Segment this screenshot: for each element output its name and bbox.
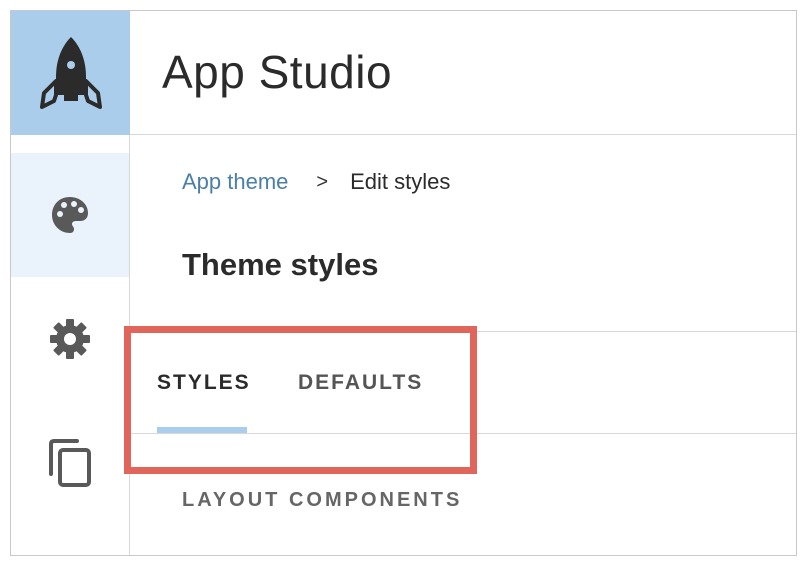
sidebar-item-theme[interactable] <box>11 153 129 277</box>
app-window: App Studio App theme > Edit styles Theme… <box>10 10 797 556</box>
app-header: App Studio <box>130 11 796 135</box>
app-title: App Studio <box>162 46 393 98</box>
breadcrumb-separator: > <box>316 170 329 193</box>
rocket-icon <box>39 37 102 109</box>
breadcrumb: App theme > Edit styles <box>182 169 450 195</box>
palette-icon <box>52 197 88 233</box>
app-logo[interactable] <box>11 11 130 135</box>
page-title: Theme styles <box>182 247 379 282</box>
highlight-annotation <box>124 326 477 474</box>
gear-icon <box>50 319 90 359</box>
sidebar <box>11 135 130 555</box>
sidebar-item-pages[interactable] <box>11 401 129 525</box>
breadcrumb-current: Edit styles <box>350 169 451 194</box>
breadcrumb-link-app-theme[interactable]: App theme <box>182 169 288 195</box>
copy-icon <box>49 439 91 487</box>
section-heading: LAYOUT COMPONENTS <box>182 489 463 511</box>
sidebar-item-settings[interactable] <box>11 277 129 401</box>
